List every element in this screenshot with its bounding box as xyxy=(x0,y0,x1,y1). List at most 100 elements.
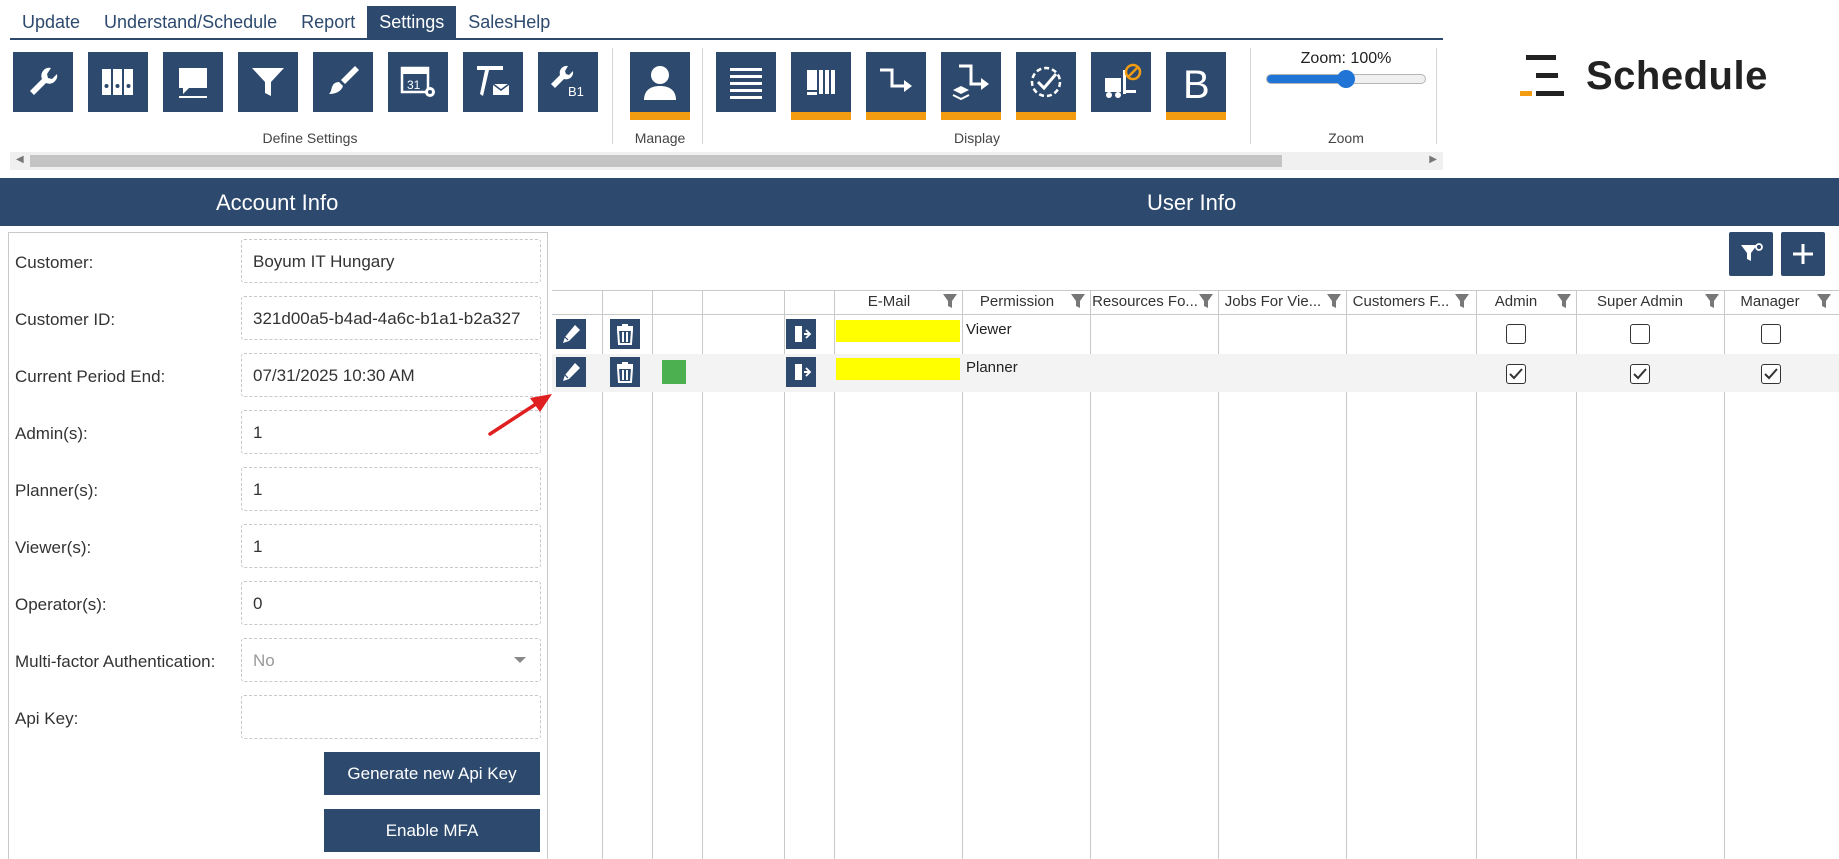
filter-icon[interactable] xyxy=(942,293,958,309)
paint-brush-button[interactable] xyxy=(313,52,373,112)
calendar-settings-button[interactable]: 31 xyxy=(388,52,448,112)
wrench-icon xyxy=(30,67,58,95)
checkmark-icon xyxy=(1509,368,1523,380)
filter-icon[interactable] xyxy=(1556,293,1572,309)
binders-button[interactable] xyxy=(88,52,148,112)
admins-row: Admin(s): 1 xyxy=(9,410,549,456)
column-header-permission[interactable]: Permission xyxy=(962,293,1072,313)
zoom-slider[interactable] xyxy=(1266,70,1426,88)
ribbon-separator xyxy=(1436,48,1437,144)
customer-id-label: Customer ID: xyxy=(15,310,116,329)
user-info-title: User Info xyxy=(1147,190,1237,215)
layered-dependency-button[interactable] xyxy=(941,52,1001,120)
tab-report[interactable]: Report xyxy=(289,6,367,38)
bold-text-button[interactable]: B xyxy=(1166,52,1226,120)
filter-mail-button[interactable] xyxy=(463,52,523,112)
layers-arrow-icon xyxy=(952,64,989,101)
mfa-select[interactable]: No xyxy=(241,638,541,682)
b1-connection-button[interactable]: B1 xyxy=(538,52,598,112)
column-header-super-admin[interactable]: Super Admin xyxy=(1576,293,1704,313)
svg-text:B: B xyxy=(1183,63,1210,104)
ribbon-horizontal-scrollbar[interactable]: ◀ ▶ xyxy=(10,152,1443,170)
chevron-down-icon xyxy=(514,657,526,663)
super-admin-checkbox[interactable] xyxy=(1630,364,1650,384)
filter-icon[interactable] xyxy=(1704,293,1720,309)
viewers-row: Viewer(s): 1 xyxy=(9,524,549,570)
tab-settings[interactable]: Settings xyxy=(367,6,457,38)
delete-user-button[interactable] xyxy=(610,357,640,387)
section-header-bar: Account Info User Info xyxy=(0,178,1839,226)
add-user-button[interactable] xyxy=(1781,232,1825,276)
delete-user-button[interactable] xyxy=(610,319,640,349)
grid-header-top-line xyxy=(552,290,1839,291)
status-indicator xyxy=(662,360,686,384)
customer-field[interactable]: Boyum IT Hungary xyxy=(241,239,541,283)
filter-icon[interactable] xyxy=(1454,293,1470,309)
admin-checkbox[interactable] xyxy=(1506,364,1526,384)
column-header-jobs[interactable]: Jobs For Vie... xyxy=(1220,293,1326,313)
column-header-admin[interactable]: Admin xyxy=(1476,293,1556,313)
email-highlighted-cell xyxy=(836,358,960,380)
column-header-customers[interactable]: Customers F... xyxy=(1348,293,1454,313)
logout-user-button[interactable] xyxy=(786,357,816,387)
filter-icon[interactable] xyxy=(1070,293,1086,309)
filter-icon[interactable] xyxy=(1198,293,1214,309)
filter-icon[interactable] xyxy=(1326,293,1342,309)
api-key-row: Api Key: xyxy=(9,695,549,741)
table-row: Planner xyxy=(552,354,1839,392)
period-end-label: Current Period End: xyxy=(15,367,166,386)
filter-settings-button[interactable] xyxy=(238,52,298,112)
dependency-view-button[interactable] xyxy=(866,52,926,120)
ribbon-separator xyxy=(702,48,703,144)
mfa-selected-value: No xyxy=(253,651,275,670)
group-label-display: Display xyxy=(954,130,1000,146)
calendar-gear-icon: 31 xyxy=(400,66,435,97)
scroll-right-arrow-icon[interactable]: ▶ xyxy=(1429,154,1437,165)
viewers-field[interactable]: 1 xyxy=(241,524,541,568)
forklift-block-icon xyxy=(1105,63,1142,98)
generate-api-key-button[interactable]: Generate new Api Key xyxy=(324,752,540,795)
operators-field[interactable]: 0 xyxy=(241,581,541,625)
ribbon-group-zoom: Zoom: 100% Zoom xyxy=(1256,46,1436,146)
column-header-email[interactable]: E-Mail xyxy=(834,293,944,313)
checkmark-icon xyxy=(1764,368,1778,380)
forklift-button[interactable] xyxy=(1091,52,1151,112)
gantt-resources-icon xyxy=(807,70,835,95)
tab-understand-schedule[interactable]: Understand/Schedule xyxy=(92,6,289,38)
zoom-slider-thumb[interactable] xyxy=(1337,70,1355,88)
column-header-resources[interactable]: Resources Fo... xyxy=(1092,293,1198,313)
zoom-slider-fill xyxy=(1267,75,1346,83)
door-exit-icon xyxy=(795,364,812,380)
checkmark-icon xyxy=(1633,368,1647,380)
customer-id-field[interactable]: 321d00a5-b4ad-4a6c-b1a1-b2a327 xyxy=(241,296,541,340)
enable-mfa-button[interactable]: Enable MFA xyxy=(324,809,540,852)
edit-user-button[interactable] xyxy=(556,357,586,387)
ribbon-group-define-settings: 31 B1 Define Settings xyxy=(10,46,610,146)
column-header-manager[interactable]: Manager xyxy=(1724,293,1816,313)
resource-view-button[interactable] xyxy=(791,52,851,120)
group-label-manage: Manage xyxy=(634,130,686,146)
plus-icon xyxy=(1793,244,1813,264)
wrench-settings-button[interactable] xyxy=(13,52,73,112)
super-admin-checkbox[interactable] xyxy=(1630,324,1650,344)
filter-icon[interactable] xyxy=(1816,293,1832,309)
tab-saleshelp[interactable]: SalesHelp xyxy=(456,6,562,38)
scrollbar-thumb[interactable] xyxy=(30,155,1282,167)
scroll-left-arrow-icon[interactable]: ◀ xyxy=(16,154,24,165)
list-view-button[interactable] xyxy=(716,52,776,112)
api-key-field[interactable] xyxy=(241,695,541,739)
manage-users-button[interactable] xyxy=(630,52,690,120)
step-arrow-icon xyxy=(880,68,912,92)
manager-checkbox[interactable] xyxy=(1761,324,1781,344)
manager-checkbox[interactable] xyxy=(1761,364,1781,384)
check-status-button[interactable] xyxy=(1016,52,1076,120)
admin-checkbox[interactable] xyxy=(1506,324,1526,344)
pencil-icon xyxy=(563,325,580,343)
comment-button[interactable] xyxy=(163,52,223,112)
planners-field[interactable]: 1 xyxy=(241,467,541,511)
tab-update[interactable]: Update xyxy=(10,6,92,38)
logout-user-button[interactable] xyxy=(786,319,816,349)
clear-filter-button[interactable] xyxy=(1729,232,1773,276)
edit-user-button[interactable] xyxy=(556,319,586,349)
zoom-label: Zoom: 100% xyxy=(1300,50,1392,67)
